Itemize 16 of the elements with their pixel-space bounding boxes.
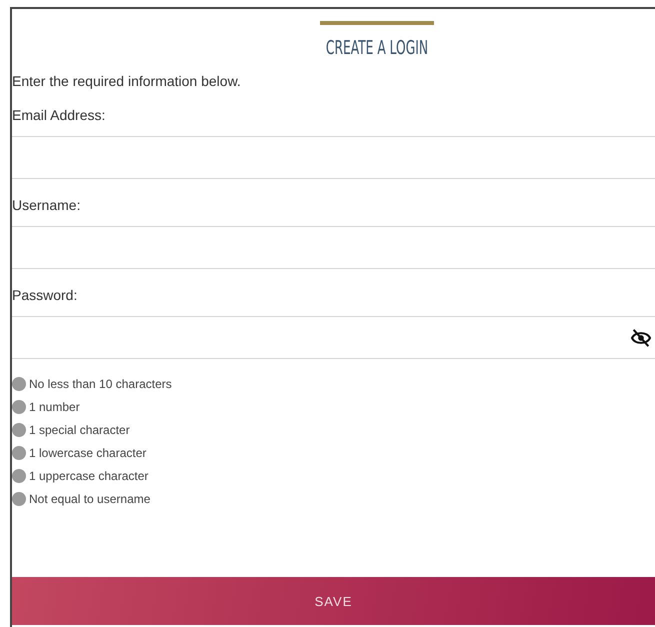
field-label: Username: [12, 197, 82, 213]
requirement-text: 1 lowercase character [29, 446, 146, 460]
requirement-text: No less than 10 characters [29, 377, 172, 391]
requirement-text: 1 special character [29, 423, 130, 437]
field-label: Password: [12, 287, 78, 303]
input-field[interactable] [12, 316, 655, 359]
input-field[interactable] [12, 226, 655, 269]
requirement-text: Not equal to username [29, 492, 150, 506]
form-title: CREATE A LOGIN [326, 37, 428, 59]
eye-slash-icon[interactable] [631, 328, 651, 346]
field-label: Email Address: [12, 107, 106, 123]
input-field[interactable] [12, 136, 655, 179]
save-button[interactable]: SAVE [12, 577, 655, 625]
requirement-text: 1 uppercase character [29, 469, 148, 483]
requirement-text: 1 number [29, 400, 80, 414]
intro-text: Enter the required information below. [12, 73, 242, 89]
